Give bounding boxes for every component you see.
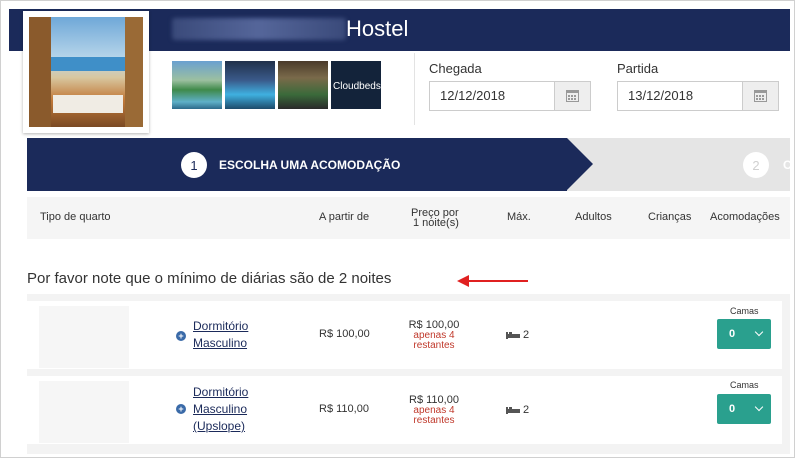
gallery-thumb-1[interactable]: [172, 61, 222, 109]
step-1-number: 1: [181, 152, 207, 178]
chevron-down-icon: [754, 327, 764, 337]
expand-plus-icon[interactable]: +: [176, 331, 186, 341]
brand-thumb-text: Cloudbeds: [333, 81, 381, 92]
room-name-link[interactable]: Dormitório Masculino: [193, 318, 248, 352]
col-price-line2: 1 noite(s): [413, 217, 459, 229]
beds-label: Camas: [730, 306, 759, 316]
property-logo-image: [29, 17, 143, 127]
blurred-property-name: [172, 18, 346, 40]
beds-label: Camas: [730, 380, 759, 390]
checkout-calendar-button[interactable]: [743, 81, 779, 111]
checkout-label: Partida: [617, 61, 659, 76]
bed-icon: [506, 406, 520, 414]
min-nights-notice: Por favor note que o mínimo de diárias s…: [27, 270, 392, 287]
room-max-occupancy: 2: [506, 329, 529, 341]
col-accommodations: Acomodações: [710, 211, 780, 223]
booking-steps: 1 ESCOLHA UMA ACOMODAÇÃO 2 C: [27, 138, 792, 191]
room-price: R$ 100,00 apenas 4 restantes: [399, 319, 469, 351]
room-name-link[interactable]: Dormitório Masculino (Upslope): [193, 384, 248, 435]
expand-plus-icon[interactable]: +: [176, 404, 186, 414]
chevron-down-icon: [754, 402, 764, 412]
room-photo-placeholder[interactable]: [39, 381, 129, 443]
room-row: + Dormitório Masculino R$ 100,00 R$ 100,…: [27, 301, 782, 369]
col-children: Crianças: [648, 211, 692, 223]
room-max-occupancy: 2: [506, 404, 529, 416]
header-divider: [414, 53, 415, 125]
annotation-arrow-icon: [457, 275, 469, 287]
calendar-icon: [566, 90, 579, 102]
room-photo-placeholder[interactable]: [39, 306, 129, 368]
rooms-table-header: Tipo de quarto A partir de Preço por 1 n…: [27, 197, 790, 239]
booking-window: Hostel Cloudbeds Chegada 12/12/2018 Part…: [0, 0, 795, 458]
room-from-price: R$ 100,00: [319, 328, 370, 340]
beds-select[interactable]: 0: [717, 319, 771, 349]
property-logo: [23, 11, 149, 133]
step-1-active[interactable]: 1 ESCOLHA UMA ACOMODAÇÃO: [27, 138, 567, 191]
step-arrow-shape: [567, 138, 593, 190]
checkin-date-input[interactable]: 12/12/2018: [429, 81, 555, 111]
checkin-label: Chegada: [429, 61, 482, 76]
col-adults: Adultos: [575, 211, 612, 223]
room-from-price: R$ 110,00: [319, 403, 369, 415]
property-title: Hostel: [346, 16, 409, 41]
room-row: + Dormitório Masculino (Upslope) R$ 110,…: [27, 376, 782, 444]
annotation-arrow-line: [468, 280, 528, 282]
step-2-number[interactable]: 2: [743, 152, 769, 178]
calendar-icon: [754, 90, 767, 102]
step-2-label: C: [783, 158, 792, 172]
bed-icon: [506, 331, 520, 339]
col-max: Máx.: [507, 211, 531, 223]
checkout-date-input[interactable]: 13/12/2018: [617, 81, 743, 111]
step-1-label: ESCOLHA UMA ACOMODAÇÃO: [219, 158, 401, 172]
col-room-type: Tipo de quarto: [40, 211, 111, 223]
room-price: R$ 110,00 apenas 4 restantes: [399, 394, 469, 426]
gallery-thumb-2[interactable]: [225, 61, 275, 109]
checkin-calendar-button[interactable]: [555, 81, 591, 111]
gallery-thumb-brand[interactable]: Cloudbeds: [331, 61, 381, 109]
col-from: A partir de: [319, 211, 370, 223]
gallery-thumb-3[interactable]: [278, 61, 328, 109]
beds-select[interactable]: 0: [717, 394, 771, 424]
